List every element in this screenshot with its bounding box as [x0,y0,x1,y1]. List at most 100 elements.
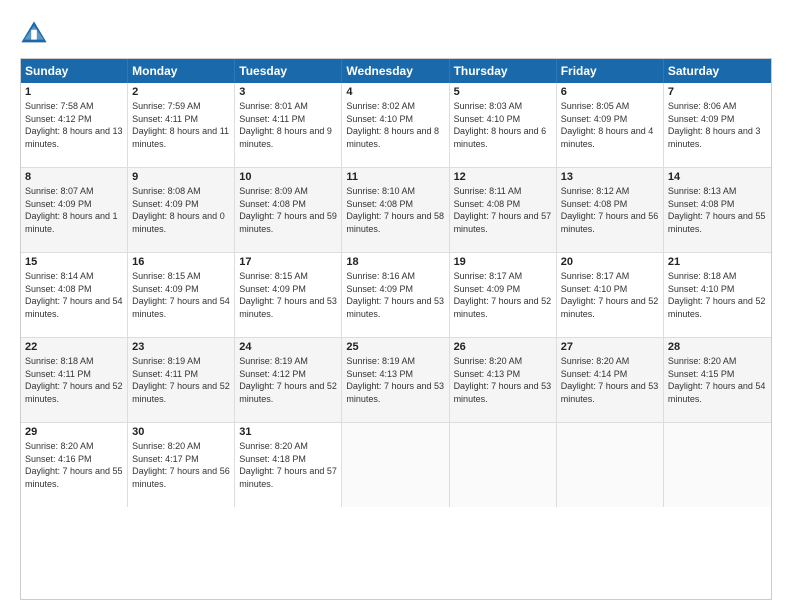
cal-header-cell: Wednesday [342,59,449,83]
day-number: 25 [346,341,444,353]
cal-header-cell: Friday [557,59,664,83]
cell-info: Sunrise: 8:15 AM Sunset: 4:09 PM Dayligh… [132,270,230,320]
calendar-cell: 23 Sunrise: 8:19 AM Sunset: 4:11 PM Dayl… [128,338,235,422]
calendar-cell: 20 Sunrise: 8:17 AM Sunset: 4:10 PM Dayl… [557,253,664,337]
calendar-cell: 4 Sunrise: 8:02 AM Sunset: 4:10 PM Dayli… [342,83,449,167]
day-number: 7 [668,86,767,98]
day-number: 26 [454,341,552,353]
cell-info: Sunrise: 8:20 AM Sunset: 4:15 PM Dayligh… [668,355,767,405]
day-number: 18 [346,256,444,268]
calendar-cell: 27 Sunrise: 8:20 AM Sunset: 4:14 PM Dayl… [557,338,664,422]
cell-info: Sunrise: 8:07 AM Sunset: 4:09 PM Dayligh… [25,185,123,235]
day-number: 30 [132,426,230,438]
cell-info: Sunrise: 8:18 AM Sunset: 4:11 PM Dayligh… [25,355,123,405]
day-number: 27 [561,341,659,353]
calendar-cell: 14 Sunrise: 8:13 AM Sunset: 4:08 PM Dayl… [664,168,771,252]
calendar-cell: 22 Sunrise: 8:18 AM Sunset: 4:11 PM Dayl… [21,338,128,422]
calendar-cell: 28 Sunrise: 8:20 AM Sunset: 4:15 PM Dayl… [664,338,771,422]
calendar-cell: 24 Sunrise: 8:19 AM Sunset: 4:12 PM Dayl… [235,338,342,422]
cell-info: Sunrise: 8:03 AM Sunset: 4:10 PM Dayligh… [454,100,552,150]
calendar-cell: 10 Sunrise: 8:09 AM Sunset: 4:08 PM Dayl… [235,168,342,252]
cell-info: Sunrise: 8:12 AM Sunset: 4:08 PM Dayligh… [561,185,659,235]
cal-header-cell: Sunday [21,59,128,83]
day-number: 21 [668,256,767,268]
calendar-cell: 9 Sunrise: 8:08 AM Sunset: 4:09 PM Dayli… [128,168,235,252]
header [20,16,772,48]
day-number: 5 [454,86,552,98]
day-number: 28 [668,341,767,353]
day-number: 8 [25,171,123,183]
calendar-cell: 15 Sunrise: 8:14 AM Sunset: 4:08 PM Dayl… [21,253,128,337]
calendar-cell: 25 Sunrise: 8:19 AM Sunset: 4:13 PM Dayl… [342,338,449,422]
day-number: 22 [25,341,123,353]
calendar-cell: 13 Sunrise: 8:12 AM Sunset: 4:08 PM Dayl… [557,168,664,252]
cell-info: Sunrise: 8:01 AM Sunset: 4:11 PM Dayligh… [239,100,337,150]
calendar-cell [664,423,771,507]
cell-info: Sunrise: 8:18 AM Sunset: 4:10 PM Dayligh… [668,270,767,320]
calendar-cell [342,423,449,507]
calendar-row: 8 Sunrise: 8:07 AM Sunset: 4:09 PM Dayli… [21,168,771,253]
cell-info: Sunrise: 7:58 AM Sunset: 4:12 PM Dayligh… [25,100,123,150]
calendar-row: 29 Sunrise: 8:20 AM Sunset: 4:16 PM Dayl… [21,423,771,507]
cal-header-cell: Thursday [450,59,557,83]
day-number: 20 [561,256,659,268]
cell-info: Sunrise: 8:14 AM Sunset: 4:08 PM Dayligh… [25,270,123,320]
cal-header-cell: Monday [128,59,235,83]
day-number: 11 [346,171,444,183]
day-number: 17 [239,256,337,268]
cell-info: Sunrise: 8:10 AM Sunset: 4:08 PM Dayligh… [346,185,444,235]
calendar-cell: 12 Sunrise: 8:11 AM Sunset: 4:08 PM Dayl… [450,168,557,252]
cell-info: Sunrise: 8:13 AM Sunset: 4:08 PM Dayligh… [668,185,767,235]
cell-info: Sunrise: 8:16 AM Sunset: 4:09 PM Dayligh… [346,270,444,320]
calendar-cell: 2 Sunrise: 7:59 AM Sunset: 4:11 PM Dayli… [128,83,235,167]
calendar-cell: 7 Sunrise: 8:06 AM Sunset: 4:09 PM Dayli… [664,83,771,167]
cell-info: Sunrise: 7:59 AM Sunset: 4:11 PM Dayligh… [132,100,230,150]
cell-info: Sunrise: 8:20 AM Sunset: 4:17 PM Dayligh… [132,440,230,490]
calendar-cell: 31 Sunrise: 8:20 AM Sunset: 4:18 PM Dayl… [235,423,342,507]
day-number: 15 [25,256,123,268]
logo [20,20,52,48]
day-number: 13 [561,171,659,183]
calendar-cell: 21 Sunrise: 8:18 AM Sunset: 4:10 PM Dayl… [664,253,771,337]
cell-info: Sunrise: 8:17 AM Sunset: 4:10 PM Dayligh… [561,270,659,320]
day-number: 16 [132,256,230,268]
calendar-cell [557,423,664,507]
calendar-cell: 17 Sunrise: 8:15 AM Sunset: 4:09 PM Dayl… [235,253,342,337]
day-number: 6 [561,86,659,98]
calendar-cell: 26 Sunrise: 8:20 AM Sunset: 4:13 PM Dayl… [450,338,557,422]
calendar-cell [450,423,557,507]
day-number: 1 [25,86,123,98]
logo-icon [20,20,48,48]
day-number: 12 [454,171,552,183]
cell-info: Sunrise: 8:20 AM Sunset: 4:14 PM Dayligh… [561,355,659,405]
cell-info: Sunrise: 8:20 AM Sunset: 4:16 PM Dayligh… [25,440,123,490]
cell-info: Sunrise: 8:17 AM Sunset: 4:09 PM Dayligh… [454,270,552,320]
cal-header-cell: Saturday [664,59,771,83]
day-number: 9 [132,171,230,183]
day-number: 19 [454,256,552,268]
day-number: 4 [346,86,444,98]
cell-info: Sunrise: 8:19 AM Sunset: 4:12 PM Dayligh… [239,355,337,405]
day-number: 23 [132,341,230,353]
calendar-cell: 29 Sunrise: 8:20 AM Sunset: 4:16 PM Dayl… [21,423,128,507]
cell-info: Sunrise: 8:15 AM Sunset: 4:09 PM Dayligh… [239,270,337,320]
day-number: 29 [25,426,123,438]
calendar-row: 22 Sunrise: 8:18 AM Sunset: 4:11 PM Dayl… [21,338,771,423]
calendar-cell: 5 Sunrise: 8:03 AM Sunset: 4:10 PM Dayli… [450,83,557,167]
calendar: SundayMondayTuesdayWednesdayThursdayFrid… [20,58,772,600]
cell-info: Sunrise: 8:19 AM Sunset: 4:11 PM Dayligh… [132,355,230,405]
cell-info: Sunrise: 8:20 AM Sunset: 4:18 PM Dayligh… [239,440,337,490]
calendar-cell: 19 Sunrise: 8:17 AM Sunset: 4:09 PM Dayl… [450,253,557,337]
day-number: 31 [239,426,337,438]
calendar-body: 1 Sunrise: 7:58 AM Sunset: 4:12 PM Dayli… [21,83,771,507]
page: SundayMondayTuesdayWednesdayThursdayFrid… [0,0,792,612]
calendar-cell: 16 Sunrise: 8:15 AM Sunset: 4:09 PM Dayl… [128,253,235,337]
calendar-cell: 3 Sunrise: 8:01 AM Sunset: 4:11 PM Dayli… [235,83,342,167]
day-number: 24 [239,341,337,353]
calendar-row: 1 Sunrise: 7:58 AM Sunset: 4:12 PM Dayli… [21,83,771,168]
cell-info: Sunrise: 8:05 AM Sunset: 4:09 PM Dayligh… [561,100,659,150]
cal-header-cell: Tuesday [235,59,342,83]
day-number: 2 [132,86,230,98]
day-number: 10 [239,171,337,183]
cell-info: Sunrise: 8:02 AM Sunset: 4:10 PM Dayligh… [346,100,444,150]
